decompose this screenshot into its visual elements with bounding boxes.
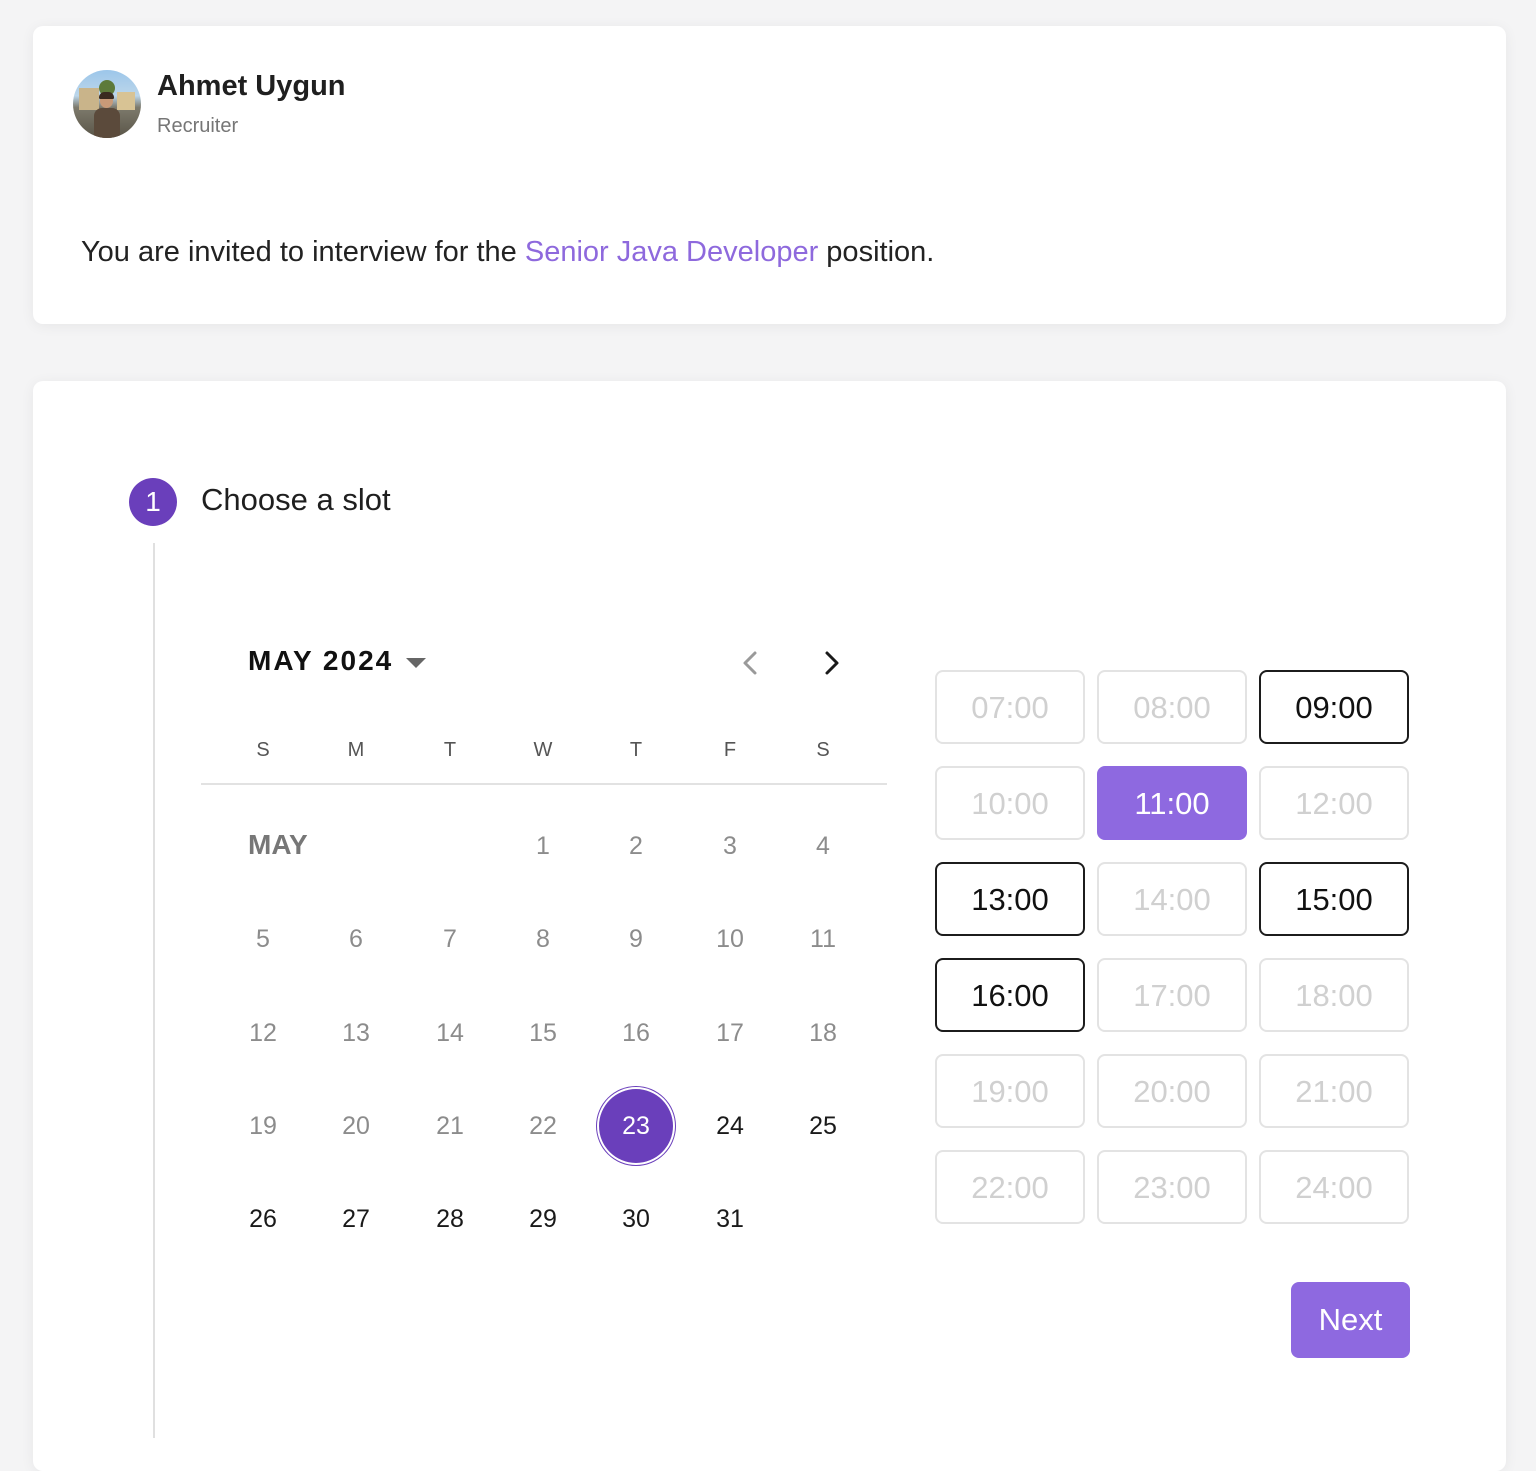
time-slot-disabled: 24:00 [1259,1150,1409,1224]
calendar-day[interactable]: 25 [793,1106,853,1146]
calendar-day[interactable]: 26 [233,1199,293,1239]
calendar-day: 20 [342,1112,370,1140]
avatar [73,70,141,138]
calendar-divider [201,783,887,785]
time-slot-disabled: 17:00 [1097,958,1247,1032]
calendar-day: 6 [349,925,363,953]
time-slot-disabled: 22:00 [935,1150,1085,1224]
calendar-day: 13 [342,1019,370,1047]
month-year-selector[interactable]: MAY 2024 [248,645,393,677]
calendar-day: 18 [809,1019,837,1047]
calendar-day: 8 [536,925,550,953]
step-number-badge: 1 [129,478,177,526]
calendar-day: 2 [629,832,643,860]
time-slot-disabled: 20:00 [1097,1054,1247,1128]
calendar-day: 17 [716,1019,744,1047]
weekday-label: T [443,739,457,761]
time-slot-disabled: 23:00 [1097,1150,1247,1224]
time-slot-available[interactable]: 13:00 [935,862,1085,936]
calendar-day: 16 [622,1019,650,1047]
calendar-day[interactable]: 29 [513,1199,573,1239]
time-slot-available[interactable]: 16:00 [935,958,1085,1032]
invitation-prefix: You are invited to interview for the [81,236,517,268]
weekday-label: F [723,739,737,761]
time-slot-disabled: 12:00 [1259,766,1409,840]
calendar-day: 21 [436,1112,464,1140]
chevron-left-icon [743,651,757,675]
calendar-day: 12 [249,1019,277,1047]
next-button[interactable]: Next [1291,1282,1410,1358]
calendar-day: 22 [529,1112,557,1140]
time-slot-disabled: 07:00 [935,670,1085,744]
prev-month-button[interactable] [731,643,771,683]
recruiter-name: Ahmet Uygun [157,70,346,102]
next-month-button[interactable] [811,643,851,683]
time-slot-disabled: 19:00 [935,1054,1085,1128]
scheduling-card: 1 Choose a slot MAY 2024 SMTWTFS MAY 123… [33,381,1506,1471]
time-slot-disabled: 18:00 [1259,958,1409,1032]
calendar-day: 7 [443,925,457,953]
calendar-day: 11 [810,925,836,953]
calendar-day: 19 [249,1112,277,1140]
calendar-day[interactable]: 27 [326,1199,386,1239]
calendar-day: 15 [529,1019,557,1047]
calendar-day: 14 [436,1019,464,1047]
invitation-suffix: position. [818,236,935,268]
step-title: Choose a slot [201,482,391,517]
time-slot-disabled: 14:00 [1097,862,1247,936]
weekday-label: M [347,739,365,761]
caret-down-icon[interactable] [406,658,426,668]
recruiter-card: Ahmet Uygun Recruiter You are invited to… [33,26,1506,324]
calendar-month-label: MAY [248,829,308,860]
position-link[interactable]: Senior Java Developer [525,236,818,268]
chevron-right-icon [825,651,839,675]
time-slot-available[interactable]: 15:00 [1259,862,1409,936]
weekday-label: S [816,739,830,761]
calendar-day: 5 [256,925,270,953]
time-slot-disabled: 21:00 [1259,1054,1409,1128]
step-connector-line [153,543,155,1438]
calendar-day: 4 [816,832,830,860]
calendar-day[interactable]: 24 [700,1106,760,1146]
weekday-label: W [533,739,553,761]
recruiter-role: Recruiter [157,115,239,137]
weekday-label: T [629,739,643,761]
calendar-day: 9 [629,925,643,953]
weekday-label: S [256,739,270,761]
calendar-day: 1 [536,832,550,860]
time-slot-disabled: 10:00 [935,766,1085,840]
calendar-day[interactable]: 28 [420,1199,480,1239]
calendar-day[interactable]: 30 [606,1199,666,1239]
calendar-day-selected[interactable]: 23 [597,1087,675,1165]
time-slot-disabled: 08:00 [1097,670,1247,744]
calendar-day[interactable]: 31 [700,1199,760,1239]
time-slot-available[interactable]: 09:00 [1259,670,1409,744]
invitation-text: You are invited to interview for the Sen… [81,236,934,269]
calendar-day: 3 [723,832,737,860]
calendar-day: 10 [716,925,744,953]
time-slot-selected[interactable]: 11:00 [1097,766,1247,840]
